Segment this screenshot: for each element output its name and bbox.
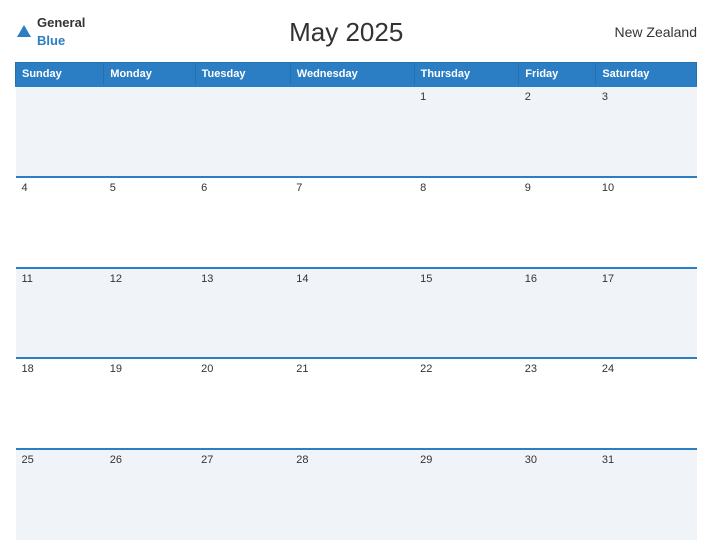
logo: General Blue — [15, 14, 85, 50]
calendar-day-cell: 2 — [519, 86, 596, 177]
calendar-body: 1234567891011121314151617181920212223242… — [16, 86, 697, 540]
day-number: 2 — [525, 91, 531, 103]
calendar-day-cell: 18 — [16, 358, 104, 449]
calendar-day-cell — [290, 86, 414, 177]
calendar-day-cell: 7 — [290, 177, 414, 268]
calendar-day-cell: 27 — [195, 449, 290, 540]
day-number: 21 — [296, 363, 308, 375]
day-number: 10 — [602, 182, 614, 194]
day-number: 20 — [201, 363, 213, 375]
calendar-day-cell: 5 — [104, 177, 195, 268]
calendar-day-cell: 30 — [519, 449, 596, 540]
calendar-day-cell: 9 — [519, 177, 596, 268]
header-friday: Friday — [519, 63, 596, 87]
calendar-day-cell: 3 — [596, 86, 697, 177]
calendar-week-row: 1 2 3 — [16, 86, 697, 177]
days-header-row: Sunday Monday Tuesday Wednesday Thursday… — [16, 63, 697, 87]
calendar-day-cell: 13 — [195, 268, 290, 359]
day-number: 12 — [110, 273, 122, 285]
day-number: 28 — [296, 454, 308, 466]
calendar-page: General Blue May 2025 New Zealand Sunday… — [0, 0, 712, 550]
calendar-day-cell: 21 — [290, 358, 414, 449]
calendar-day-cell: 31 — [596, 449, 697, 540]
day-number: 18 — [22, 363, 34, 375]
calendar-day-cell: 11 — [16, 268, 104, 359]
header-sunday: Sunday — [16, 63, 104, 87]
day-number: 9 — [525, 182, 531, 194]
day-number: 15 — [420, 273, 432, 285]
header-wednesday: Wednesday — [290, 63, 414, 87]
day-number: 22 — [420, 363, 432, 375]
calendar-day-cell: 17 — [596, 268, 697, 359]
calendar-day-cell — [16, 86, 104, 177]
day-number: 29 — [420, 454, 432, 466]
day-number: 11 — [22, 273, 33, 285]
calendar-table: Sunday Monday Tuesday Wednesday Thursday… — [15, 62, 697, 540]
calendar-title: May 2025 — [85, 17, 607, 48]
country-name: New Zealand — [607, 24, 697, 40]
day-number: 1 — [420, 91, 426, 103]
calendar-day-cell — [104, 86, 195, 177]
day-number: 7 — [296, 182, 302, 194]
calendar-day-cell: 25 — [16, 449, 104, 540]
calendar-day-cell: 24 — [596, 358, 697, 449]
logo-icon — [15, 23, 33, 41]
header-thursday: Thursday — [414, 63, 519, 87]
calendar-week-row: 4 5 6 7 8 9 10 — [16, 177, 697, 268]
calendar-header: General Blue May 2025 New Zealand — [15, 10, 697, 54]
calendar-week-row: 11 12 13 14 15 16 17 — [16, 268, 697, 359]
calendar-day-cell: 12 — [104, 268, 195, 359]
calendar-day-cell: 19 — [104, 358, 195, 449]
calendar-day-cell: 6 — [195, 177, 290, 268]
calendar-week-row: 18 19 20 21 22 23 24 — [16, 358, 697, 449]
calendar-day-cell: 8 — [414, 177, 519, 268]
calendar-day-cell: 4 — [16, 177, 104, 268]
calendar-day-cell — [195, 86, 290, 177]
day-number: 8 — [420, 182, 426, 194]
day-number: 23 — [525, 363, 537, 375]
calendar-day-cell: 10 — [596, 177, 697, 268]
header-saturday: Saturday — [596, 63, 697, 87]
calendar-day-cell: 28 — [290, 449, 414, 540]
day-number: 4 — [22, 182, 28, 194]
calendar-day-cell: 23 — [519, 358, 596, 449]
calendar-day-cell: 20 — [195, 358, 290, 449]
calendar-day-cell: 15 — [414, 268, 519, 359]
header-monday: Monday — [104, 63, 195, 87]
day-number: 24 — [602, 363, 614, 375]
day-number: 26 — [110, 454, 122, 466]
day-number: 13 — [201, 273, 213, 285]
day-number: 31 — [602, 454, 614, 466]
day-number: 5 — [110, 182, 116, 194]
calendar-day-cell: 1 — [414, 86, 519, 177]
calendar-day-cell: 22 — [414, 358, 519, 449]
day-number: 19 — [110, 363, 122, 375]
calendar-day-cell: 16 — [519, 268, 596, 359]
logo-blue-text: Blue — [37, 33, 65, 48]
calendar-day-cell: 14 — [290, 268, 414, 359]
day-number: 16 — [525, 273, 537, 285]
logo-general-text: General — [37, 15, 85, 30]
day-number: 14 — [296, 273, 308, 285]
day-number: 6 — [201, 182, 207, 194]
calendar-week-row: 25 26 27 28 29 30 31 — [16, 449, 697, 540]
day-number: 3 — [602, 91, 608, 103]
day-number: 27 — [201, 454, 213, 466]
day-number: 25 — [22, 454, 34, 466]
day-number: 30 — [525, 454, 537, 466]
calendar-day-cell: 26 — [104, 449, 195, 540]
day-number: 17 — [602, 273, 614, 285]
calendar-day-cell: 29 — [414, 449, 519, 540]
header-tuesday: Tuesday — [195, 63, 290, 87]
